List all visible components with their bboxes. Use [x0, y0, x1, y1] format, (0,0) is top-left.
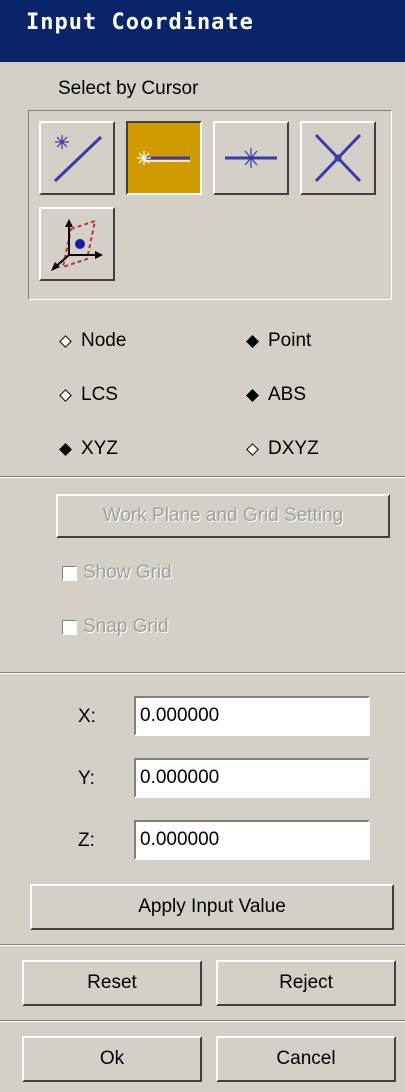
abs-radio[interactable]: ABS: [245, 384, 306, 406]
y-input[interactable]: [134, 758, 370, 798]
snap-grid-checkbox[interactable]: Snap Grid: [62, 616, 169, 638]
node-radio-label: Node: [81, 330, 127, 351]
checkbox-box: [62, 565, 77, 581]
line-start-point-icon: [137, 151, 190, 165]
reject-button[interactable]: Reject: [216, 960, 396, 1006]
line-mid-point-tool-button[interactable]: [213, 121, 289, 195]
separator: [0, 944, 405, 946]
snap-grid-label: Snap Grid: [83, 616, 169, 637]
xyz-radio[interactable]: XYZ: [58, 438, 118, 460]
select-by-cursor-label: Select by Cursor: [58, 78, 199, 99]
y-label: Y:: [78, 768, 95, 789]
lcs-radio-label: LCS: [81, 384, 118, 405]
line-mid-point-icon: [225, 148, 277, 168]
z-label: Z:: [78, 830, 95, 851]
separator: [0, 1020, 405, 1022]
x-label: X:: [78, 706, 96, 727]
radio-indicator: [246, 334, 259, 348]
line-end-point-icon: [53, 135, 103, 183]
ok-button[interactable]: Ok: [22, 1036, 202, 1082]
node-radio[interactable]: Node: [58, 330, 126, 352]
x-input[interactable]: [134, 696, 370, 736]
plane-axis-point-icon: [51, 219, 103, 271]
lcs-radio[interactable]: LCS: [58, 384, 118, 406]
dxyz-radio-label: DXYZ: [268, 438, 319, 459]
title-bar[interactable]: Input Coordinate: [0, 0, 405, 62]
show-grid-label: Show Grid: [83, 562, 172, 583]
apply-input-value-button[interactable]: Apply Input Value: [30, 884, 394, 930]
radio-indicator: [59, 442, 72, 456]
line-end-point-tool-button[interactable]: [39, 121, 115, 195]
radio-indicator: [246, 442, 259, 456]
line-start-point-tool-button[interactable]: [126, 121, 202, 195]
xyz-radio-label: XYZ: [81, 438, 118, 459]
dxyz-radio[interactable]: DXYZ: [245, 438, 319, 460]
line-intersection-icon: [314, 133, 362, 183]
radio-indicator: [59, 334, 72, 348]
abs-radio-label: ABS: [268, 384, 307, 405]
work-plane-grid-setting-button[interactable]: Work Plane and Grid Setting: [56, 494, 390, 538]
cancel-button[interactable]: Cancel: [216, 1036, 396, 1082]
separator: [0, 476, 405, 478]
radio-indicator: [59, 388, 72, 402]
separator: [0, 672, 405, 674]
point-radio-label: Point: [268, 330, 312, 351]
reset-button[interactable]: Reset: [22, 960, 202, 1006]
z-input[interactable]: [134, 820, 370, 860]
radio-indicator: [246, 388, 259, 402]
cursor-tools-group: [28, 110, 392, 300]
checkbox-box: [62, 619, 77, 635]
window-title: Input Coordinate: [26, 10, 254, 35]
show-grid-checkbox[interactable]: Show Grid: [62, 562, 172, 584]
line-intersection-tool-button[interactable]: [300, 121, 376, 195]
point-radio[interactable]: Point: [245, 330, 311, 352]
plane-axis-point-tool-button[interactable]: [39, 207, 115, 281]
